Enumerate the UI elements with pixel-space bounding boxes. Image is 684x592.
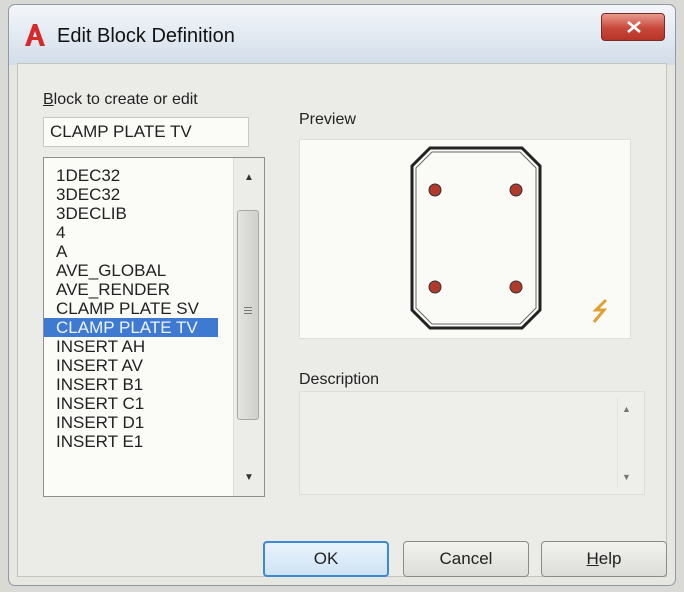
preview-label: Preview bbox=[299, 111, 356, 128]
block-name-label: Block to create or edit bbox=[43, 91, 198, 108]
block-name-field[interactable]: CLAMP PLATE TV bbox=[43, 117, 249, 147]
bolt-hole bbox=[428, 280, 442, 294]
scroll-down-arrow-icon[interactable]: ▼ bbox=[622, 472, 631, 482]
block-list-item[interactable]: 4 bbox=[44, 223, 218, 242]
scroll-thumb[interactable] bbox=[237, 210, 259, 420]
annotative-icon bbox=[592, 298, 608, 323]
block-list-item[interactable]: 3DECLIB bbox=[44, 204, 218, 223]
block-list-item[interactable]: INSERT C1 bbox=[44, 394, 218, 413]
close-button[interactable] bbox=[601, 13, 665, 41]
plate-inner-outline bbox=[415, 151, 537, 325]
grip-line bbox=[244, 307, 252, 308]
block-list-item[interactable]: INSERT D1 bbox=[44, 413, 218, 432]
ok-button[interactable]: OK bbox=[263, 541, 389, 577]
close-icon bbox=[627, 21, 641, 33]
block-list-item[interactable]: INSERT AV bbox=[44, 356, 218, 375]
cancel-button[interactable]: Cancel bbox=[403, 541, 529, 577]
block-list-item[interactable]: INSERT AH bbox=[44, 337, 218, 356]
block-list-item[interactable]: 3DEC32 bbox=[44, 185, 218, 204]
block-list-item[interactable]: CLAMP PLATE TV bbox=[44, 318, 218, 337]
grip-line bbox=[244, 310, 252, 311]
dialog-title: Edit Block Definition bbox=[57, 25, 235, 47]
block-list-scrollbar[interactable]: ▲ ▼ bbox=[233, 158, 264, 496]
scroll-up-arrow-icon[interactable]: ▲ bbox=[622, 404, 631, 414]
block-list-item[interactable]: CLAMP PLATE SV bbox=[44, 299, 218, 318]
edit-block-definition-dialog: Edit Block Definition Block to create or… bbox=[8, 4, 676, 586]
block-list-item[interactable]: INSERT B1 bbox=[44, 375, 218, 394]
block-preview bbox=[299, 139, 631, 339]
description-scrollbar[interactable]: ▲ ▼ bbox=[617, 398, 636, 488]
block-list-item[interactable]: INSERT E1 bbox=[44, 432, 218, 451]
block-list-items: 1DEC32 3DEC32 3DECLIB 4 A AVE_GLOBAL AVE_RENDE… bbox=[44, 166, 218, 451]
autocad-logo-icon bbox=[25, 24, 45, 46]
bolt-hole bbox=[509, 183, 523, 197]
block-list-item[interactable]: 1DEC32 bbox=[44, 166, 218, 185]
block-list-item[interactable]: A bbox=[44, 242, 218, 261]
bolt-hole bbox=[509, 280, 523, 294]
scroll-up-arrow-icon[interactable]: ▲ bbox=[242, 172, 256, 184]
bolt-hole bbox=[428, 183, 442, 197]
grip-line bbox=[244, 313, 252, 314]
block-list-item[interactable]: AVE_GLOBAL bbox=[44, 261, 218, 280]
description-label: Description bbox=[299, 371, 380, 388]
title-bar[interactable]: Edit Block Definition bbox=[9, 5, 675, 65]
block-list[interactable]: 1DEC32 3DEC32 3DECLIB 4 A AVE_GLOBAL AVE_RENDE… bbox=[43, 157, 265, 497]
block-list-item[interactable]: AVE_RENDER bbox=[44, 280, 218, 299]
help-button[interactable]: Help bbox=[541, 541, 667, 577]
clamp-plate-preview-drawing bbox=[410, 146, 608, 330]
plate-outline bbox=[410, 146, 542, 330]
scroll-down-arrow-icon[interactable]: ▼ bbox=[242, 472, 256, 484]
description-field[interactable]: ▲ ▼ bbox=[299, 391, 645, 495]
